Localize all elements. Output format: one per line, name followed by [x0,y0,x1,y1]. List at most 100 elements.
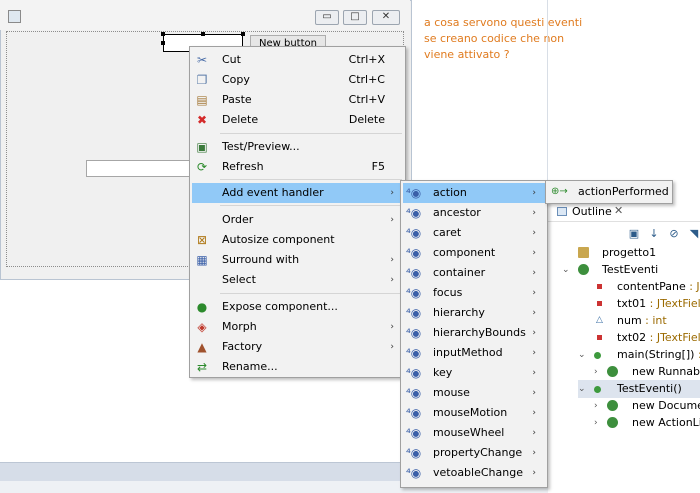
outline-node-constructor[interactable]: ⌄ TestEventi() [578,380,700,398]
event-item-mouse-motion[interactable]: ⁴◉ mouseMotion › [403,403,545,423]
outline-node-class[interactable]: ⌄ TestEventi [562,261,658,279]
chevron-right-icon[interactable]: › [594,397,598,415]
chevron-down-icon[interactable]: ⌄ [578,380,586,398]
menu-item-paste[interactable]: ▤ Paste Ctrl+V [192,90,403,110]
hide-static-icon[interactable]: ◥ [687,227,700,241]
chevron-down-icon[interactable]: ⌄ [578,346,586,364]
event-item-action[interactable]: ⁴◉ action › [403,183,545,203]
menu-item-morph[interactable]: ◈ Morph › [192,317,403,337]
menu-item-refresh[interactable]: ⟳ Refresh F5 [192,157,403,177]
event-item-key[interactable]: ⁴◉ key › [403,363,545,383]
event-item-component[interactable]: ⁴◉ component › [403,243,545,263]
chevron-right-icon[interactable]: › [594,414,598,432]
close-window-button[interactable]: ✕ [372,10,400,25]
event-icon: ⁴◉ [406,426,422,440]
menu-item-delete[interactable]: ✖ Delete Delete [192,110,403,130]
chevron-right-icon: › [532,308,536,318]
menu-item-cut[interactable]: ✂ Cut Ctrl+X [192,50,403,70]
chevron-right-icon: › [390,342,394,352]
chevron-right-icon: › [532,368,536,378]
anonymous-class-icon [607,417,618,428]
menu-item-rename[interactable]: ⇄ Rename... [192,357,403,377]
menu-item-factory[interactable]: ▲ Factory › [192,337,403,357]
event-item-hierarchy-bounds[interactable]: ⁴◉ hierarchyBounds › [403,323,545,343]
autosize-icon: ⊠ [196,233,208,247]
event-icon: ⁴◉ [406,246,422,260]
outline-node-method[interactable]: ⌄ main(String[]) : v [578,346,700,364]
hide-fields-icon[interactable]: ⊘ [667,227,681,241]
menu-item-copy[interactable]: ❐ Copy Ctrl+C [192,70,403,90]
morph-icon: ◈ [197,320,207,334]
expose-icon: ● [196,300,208,314]
menu-item-select[interactable]: Select › [192,270,403,290]
minimize-button[interactable]: ▭ [315,10,339,25]
outline-node-anonymous[interactable]: › new ActionLis [594,414,700,432]
menu-item-expose-component[interactable]: ● Expose component... [192,297,403,317]
text-field[interactable] [86,160,191,177]
outline-node-field[interactable]: txt02 : JTextField [595,329,700,347]
sort-icon[interactable]: ↓ [647,227,661,241]
pane-divider [547,0,548,205]
event-item-vetoable-change[interactable]: ⁴◉ vetoableChange › [403,463,545,483]
menu-separator [220,133,402,134]
outline-close-icon[interactable]: ✕ [614,204,623,217]
scissors-icon: ✂ [196,53,208,67]
menu-item-action-performed[interactable]: ⊕→ actionPerformed [548,182,670,202]
class-icon [578,264,589,275]
chevron-right-icon: › [390,188,394,198]
event-item-mouse-wheel[interactable]: ⁴◉ mouseWheel › [403,423,545,443]
package-icon [578,247,589,258]
chevron-right-icon[interactable]: › [594,363,598,381]
action-submenu: ⊕→ actionPerformed [545,180,673,204]
event-icon: ⁴◉ [406,186,422,200]
preview-icon: ▣ [196,140,208,154]
factory-icon: ▲ [197,340,207,354]
menu-item-order[interactable]: Order › [192,210,403,230]
event-icon: ⁴◉ [406,366,422,380]
selection-handle[interactable] [241,32,245,36]
event-item-focus[interactable]: ⁴◉ focus › [403,283,545,303]
chevron-down-icon[interactable]: ⌄ [562,261,570,279]
chevron-right-icon: › [532,448,536,458]
chevron-right-icon: › [532,288,536,298]
outline-node-package[interactable]: progetto1 [578,244,656,262]
event-item-hierarchy[interactable]: ⁴◉ hierarchy › [403,303,545,323]
event-icon: ⁴◉ [406,226,422,240]
menu-item-test-preview[interactable]: ▣ Test/Preview... [192,137,403,157]
event-icon: ⁴◉ [406,406,422,420]
selection-handle[interactable] [161,41,165,45]
outline-node-field[interactable]: txt01 : JTextField [595,295,700,313]
chevron-right-icon: › [532,188,536,198]
selection-handle[interactable] [161,32,165,36]
outline-tab-label: Outline [572,205,612,218]
collapse-all-icon[interactable]: ▣ [627,227,641,241]
anonymous-class-icon [607,366,618,377]
outline-node-anonymous[interactable]: › new Runnable [594,363,700,381]
chevron-right-icon: › [532,328,536,338]
menu-item-surround-with[interactable]: ▦ Surround with › [192,250,403,270]
event-item-mouse[interactable]: ⁴◉ mouse › [403,383,545,403]
outline-tab[interactable] [548,203,700,222]
event-item-ancestor[interactable]: ⁴◉ ancestor › [403,203,545,223]
event-item-property-change[interactable]: ⁴◉ propertyChange › [403,443,545,463]
event-item-caret[interactable]: ⁴◉ caret › [403,223,545,243]
outline-node-field[interactable]: contentPane : JPa [595,278,700,296]
menu-item-add-event-handler[interactable]: Add event handler › [192,183,403,203]
chevron-right-icon: › [390,322,394,332]
outline-node-field[interactable]: △ num : int [595,312,667,330]
chevron-right-icon: › [532,428,536,438]
chevron-right-icon: › [390,255,394,265]
chevron-right-icon: › [532,348,536,358]
close-icon: ✕ [381,11,391,22]
maximize-button[interactable]: □ [343,10,367,25]
default-field-icon: △ [596,315,603,325]
event-icon: ⁴◉ [406,326,422,340]
chevron-right-icon: › [532,468,536,478]
event-item-input-method[interactable]: ⁴◉ inputMethod › [403,343,545,363]
menu-item-autosize[interactable]: ⊠ Autosize component [192,230,403,250]
event-item-container[interactable]: ⁴◉ container › [403,263,545,283]
outline-icon [557,207,567,216]
selection-handle[interactable] [201,32,205,36]
outline-node-anonymous[interactable]: › new Documen [594,397,700,415]
public-method-icon [594,352,601,359]
